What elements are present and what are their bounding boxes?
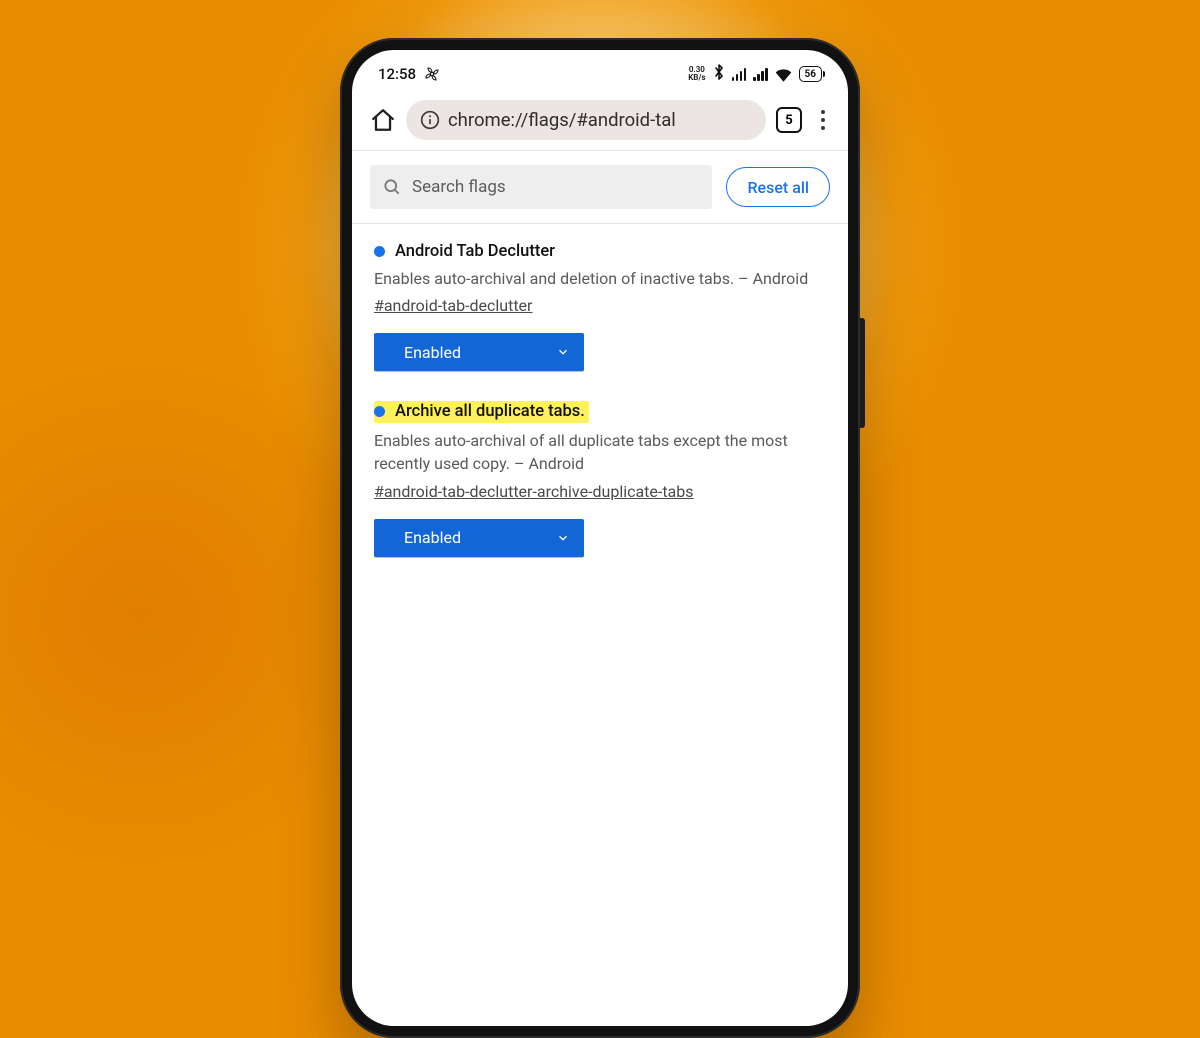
flags-list: Android Tab Declutter Enables auto-archi… bbox=[352, 224, 848, 575]
browser-toolbar: chrome://flags/#android-tal 5 bbox=[352, 92, 848, 150]
flag-value: Enabled bbox=[404, 343, 461, 362]
status-bar: 12:58 0.30 KB/s bbox=[352, 50, 848, 92]
flag-title: Android Tab Declutter bbox=[395, 242, 555, 261]
pinwheel-icon bbox=[424, 66, 440, 82]
phone-frame: 12:58 0.30 KB/s bbox=[340, 38, 860, 1038]
flag-title-row: Archive all duplicate tabs. bbox=[374, 401, 826, 423]
phone-side-button bbox=[860, 318, 865, 428]
reset-all-label: Reset all bbox=[747, 178, 809, 197]
url-text: chrome://flags/#android-tal bbox=[448, 109, 676, 131]
flag-hash-link[interactable]: #android-tab-declutter-archive-duplicate… bbox=[374, 482, 694, 501]
flag-item: Archive all duplicate tabs. Enables auto… bbox=[352, 389, 848, 574]
signal-icon bbox=[732, 68, 747, 81]
flag-value-select[interactable]: Enabled bbox=[374, 519, 584, 557]
flag-status-dot-icon bbox=[374, 406, 385, 417]
flag-hash-link[interactable]: #android-tab-declutter bbox=[374, 296, 532, 315]
tab-switcher-button[interactable]: 5 bbox=[776, 107, 802, 133]
wifi-icon bbox=[775, 68, 792, 81]
flag-title: Archive all duplicate tabs. bbox=[395, 402, 585, 421]
flag-value-select[interactable]: Enabled bbox=[374, 333, 584, 371]
chevron-down-icon bbox=[556, 531, 570, 545]
flag-description: Enables auto-archival of all duplicate t… bbox=[374, 429, 826, 475]
bluetooth-icon bbox=[713, 64, 725, 84]
status-time: 12:58 bbox=[378, 65, 416, 83]
flag-title-row: Android Tab Declutter bbox=[374, 242, 826, 261]
flag-description: Enables auto-archival and deletion of in… bbox=[374, 267, 826, 290]
search-placeholder: Search flags bbox=[412, 177, 506, 197]
search-input[interactable]: Search flags bbox=[370, 165, 712, 209]
network-rate-unit: KB/s bbox=[688, 74, 705, 82]
network-rate: 0.30 KB/s bbox=[688, 66, 705, 82]
flag-item: Android Tab Declutter Enables auto-archi… bbox=[352, 230, 848, 389]
chevron-down-icon bbox=[556, 345, 570, 359]
flag-value: Enabled bbox=[404, 528, 461, 547]
url-bar[interactable]: chrome://flags/#android-tal bbox=[406, 100, 766, 140]
battery-indicator: 56 bbox=[799, 66, 822, 82]
phone-screen: 12:58 0.30 KB/s bbox=[352, 50, 848, 1026]
tab-count: 5 bbox=[785, 113, 792, 128]
info-icon bbox=[420, 110, 440, 130]
home-icon[interactable] bbox=[370, 107, 396, 133]
search-icon bbox=[382, 177, 402, 197]
reset-all-button[interactable]: Reset all bbox=[726, 167, 830, 207]
overflow-menu-icon[interactable] bbox=[812, 109, 834, 131]
battery-level: 56 bbox=[805, 69, 816, 80]
signal-icon bbox=[753, 68, 768, 81]
flag-status-dot-icon bbox=[374, 246, 385, 257]
